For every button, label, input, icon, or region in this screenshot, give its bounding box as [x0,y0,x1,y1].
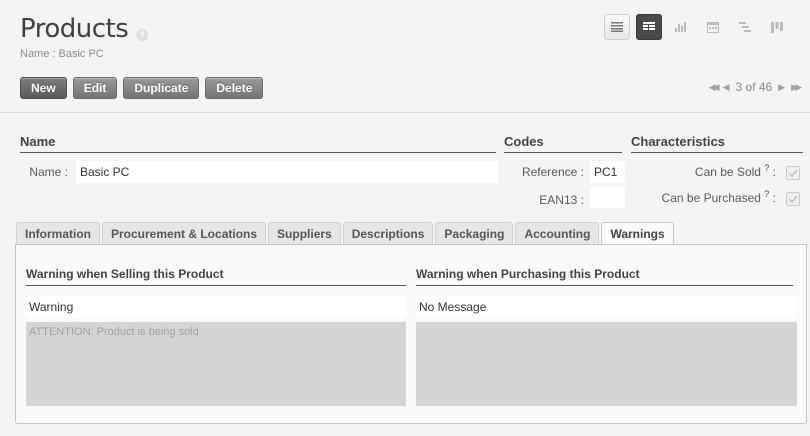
can-be-sold-checkbox[interactable] [786,166,800,180]
graph-view-icon[interactable] [668,14,694,40]
ean13-label: EAN13 : [539,193,584,207]
list-view-icon[interactable] [604,14,630,40]
previous-record-icon[interactable]: ◀ [723,82,730,93]
kanban-view-icon[interactable] [764,14,790,40]
group-name-title: Name [20,134,496,153]
tab-procurement-locations[interactable]: Procurement & Locations [102,222,267,245]
reference-field[interactable]: PC1 [590,161,625,183]
tab-accounting[interactable]: Accounting [515,222,600,245]
can-be-sold-help-icon[interactable]: ? [764,163,769,173]
name-field[interactable]: Basic PC [76,161,498,183]
first-record-icon[interactable]: ◀◀ [709,82,720,93]
can-be-purchased-label-group: Can be Purchased ? : [628,189,776,205]
group-codes-title: Codes [504,134,622,153]
selling-warning-title: Warning when Selling this Product [26,267,406,286]
notebook-tabs: Information Procurement & Locations Supp… [16,222,676,246]
page-header: Products ? Name : Basic PC New Edit Dupl… [0,0,810,110]
tab-suppliers[interactable]: Suppliers [268,222,341,245]
can-be-sold-label: Can be Sold [694,165,761,179]
ean13-field[interactable] [590,186,625,208]
warnings-panel: Warning when Selling this Product Warnin… [15,244,807,424]
selling-warning-message[interactable]: ATTENTION: Product is being sold [26,322,406,406]
next-record-icon[interactable]: ▶ [778,82,785,93]
calendar-view-icon[interactable] [700,14,726,40]
name-label: Name : [29,165,68,179]
reference-label: Reference : [521,165,584,179]
record-pager: ◀◀ ◀ 3 of 46 ▶ ▶▶ [706,80,802,94]
form-view-icon[interactable] [636,14,662,40]
group-characteristics-title: Characteristics [631,134,803,153]
help-icon[interactable]: ? [136,29,148,41]
tab-information[interactable]: Information [16,222,100,245]
page-title: Products [20,14,129,44]
gantt-view-icon[interactable] [732,14,758,40]
tab-packaging[interactable]: Packaging [435,222,514,245]
purchasing-warning-title: Warning when Purchasing this Product [416,267,793,286]
edit-button[interactable]: Edit [72,77,118,99]
action-toolbar: New Edit Duplicate Delete [20,77,269,99]
purchasing-warning-message[interactable] [416,322,797,406]
view-switcher [598,14,790,40]
pager-status[interactable]: 3 of 46 [736,80,773,94]
new-button[interactable]: New [20,77,67,99]
last-record-icon[interactable]: ▶▶ [791,82,802,93]
can-be-purchased-label: Can be Purchased [661,191,761,205]
can-be-purchased-checkbox[interactable] [786,192,800,206]
can-be-purchased-colon: : [772,191,776,205]
delete-button[interactable]: Delete [205,77,264,99]
can-be-sold-colon: : [772,165,776,179]
selling-warning-select[interactable]: Warning [26,296,406,318]
can-be-purchased-help-icon[interactable]: ? [764,189,769,199]
tab-descriptions[interactable]: Descriptions [342,222,434,245]
purchasing-warning-select[interactable]: No Message [416,296,797,318]
tab-warnings[interactable]: Warnings [601,222,674,246]
can-be-sold-label-group: Can be Sold ? : [628,163,776,179]
duplicate-button[interactable]: Duplicate [123,77,200,99]
breadcrumb: Name : Basic PC [20,48,104,60]
